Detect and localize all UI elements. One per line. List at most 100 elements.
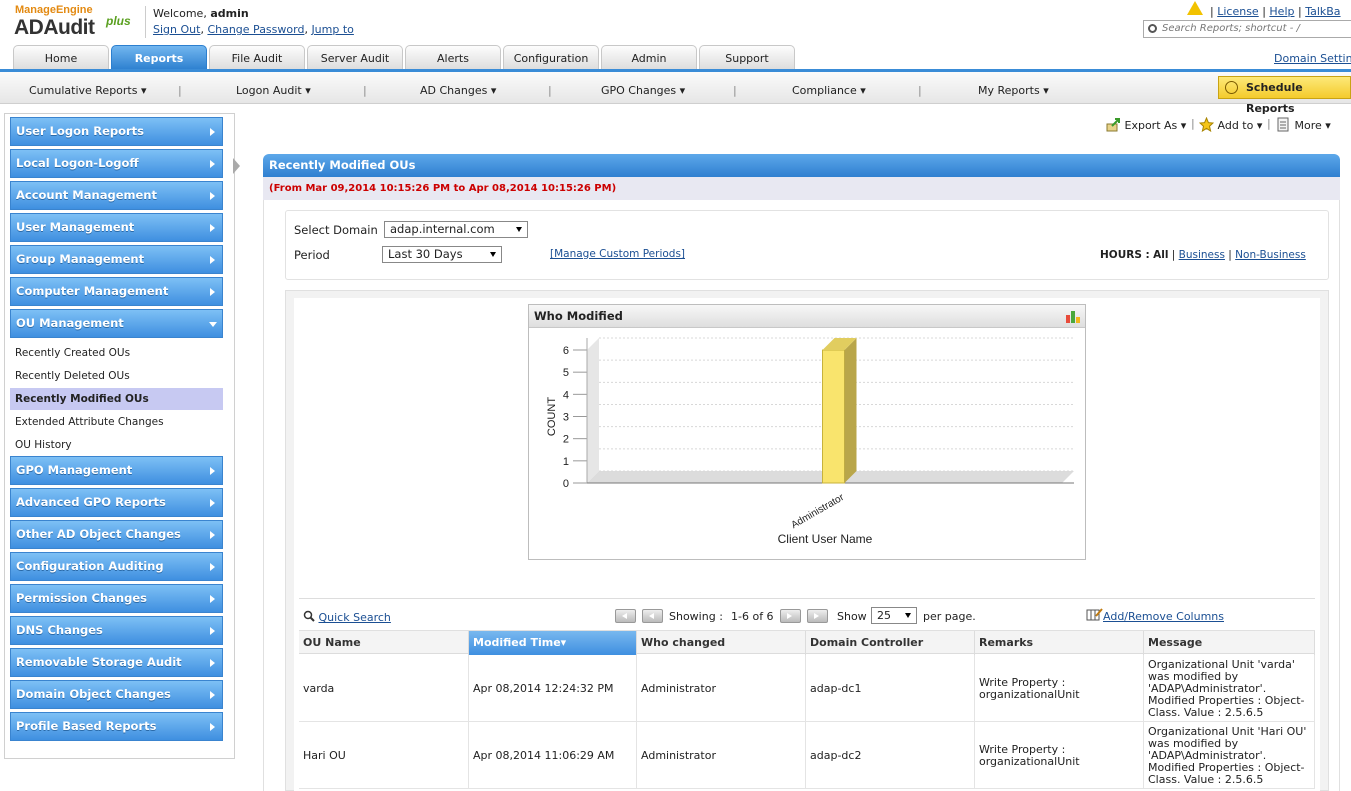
- first-page-button[interactable]: [615, 609, 636, 623]
- nav-logon-audit[interactable]: Logon Audit ▾: [236, 84, 311, 97]
- cell-message: Organizational Unit 'varda' was modified…: [1144, 655, 1315, 722]
- talkback-link[interactable]: TalkBa: [1305, 5, 1340, 18]
- sidebar-item-recently-deleted-ous[interactable]: Recently Deleted OUs: [10, 365, 223, 387]
- chart-plot: 0 1 2 3 4 5 6 AdministratorClient User Name COUN…: [546, 337, 1074, 546]
- sidebar-computer-management[interactable]: Computer Management: [10, 277, 223, 306]
- cell-ou-name: varda: [299, 655, 469, 722]
- sidebar-other-ad-object-changes[interactable]: Other AD Object Changes: [10, 520, 223, 549]
- tab-file-audit[interactable]: File Audit: [209, 45, 305, 70]
- export-icon: [1106, 118, 1120, 132]
- add-to-button[interactable]: Add to ▾: [1198, 116, 1262, 133]
- jump-to-link[interactable]: Jump to: [311, 23, 353, 36]
- sidebar-account-management[interactable]: Account Management: [10, 181, 223, 210]
- hours-business-link[interactable]: Business: [1179, 249, 1225, 261]
- domain-settings-link[interactable]: Domain Settin: [1274, 52, 1351, 65]
- table-header: OU Name Modified Time▾ Who changed Domai…: [299, 630, 1315, 655]
- table-row[interactable]: varda Apr 08,2014 12:24:32 PM Administra…: [299, 655, 1315, 722]
- manage-custom-periods-link[interactable]: [Manage Custom Periods]: [550, 248, 685, 260]
- column-domain-controller[interactable]: Domain Controller: [806, 631, 975, 655]
- nav-separator: |: [918, 84, 922, 97]
- hours-all[interactable]: All: [1153, 249, 1168, 261]
- domain-select[interactable]: adap.internal.com: [384, 221, 528, 238]
- sidebar-ou-management[interactable]: OU Management: [10, 309, 223, 338]
- chart-type-icon[interactable]: [1065, 309, 1081, 323]
- sidebar-user-management[interactable]: User Management: [10, 213, 223, 242]
- top-links: | License | Help | TalkBa: [1210, 5, 1341, 18]
- chevron-right-icon: [210, 627, 215, 635]
- column-who-changed[interactable]: Who changed: [637, 631, 806, 655]
- sidebar-dns-changes[interactable]: DNS Changes: [10, 616, 223, 645]
- column-remarks[interactable]: Remarks: [975, 631, 1144, 655]
- tab-configuration[interactable]: Configuration: [503, 45, 599, 70]
- nav-ad-changes[interactable]: AD Changes ▾: [420, 84, 496, 97]
- license-link[interactable]: License: [1217, 5, 1258, 18]
- sidebar-configuration-auditing[interactable]: Configuration Auditing: [10, 552, 223, 581]
- nav-compliance[interactable]: Compliance ▾: [792, 84, 866, 97]
- sidebar-local-logon-logoff[interactable]: Local Logon-Logoff: [10, 149, 223, 178]
- tab-server-audit[interactable]: Server Audit: [307, 45, 403, 70]
- change-password-link[interactable]: Change Password: [207, 23, 304, 36]
- column-ou-name[interactable]: OU Name: [299, 631, 469, 655]
- help-link[interactable]: Help: [1269, 5, 1294, 18]
- cell-who-changed: Administrator: [637, 655, 806, 722]
- hours-non-business-link[interactable]: Non-Business: [1235, 249, 1306, 261]
- nav-cumulative-reports[interactable]: Cumulative Reports ▾: [29, 84, 147, 97]
- welcome-text: Welcome, admin: [153, 7, 249, 20]
- sidebar-item-recently-modified-ous[interactable]: Recently Modified OUs: [10, 388, 223, 410]
- next-page-button[interactable]: [780, 609, 801, 623]
- sidebar-permission-changes[interactable]: Permission Changes: [10, 584, 223, 613]
- vendor-logo[interactable]: ManageEngine: [15, 4, 93, 16]
- chevron-right-icon: [210, 563, 215, 571]
- action-separator: |: [1191, 117, 1195, 130]
- search-placeholder: Search Reports; shortcut - /: [1162, 23, 1300, 34]
- last-page-button[interactable]: [807, 609, 828, 623]
- tab-home[interactable]: Home: [13, 45, 109, 70]
- prev-page-button[interactable]: [642, 609, 663, 623]
- sidebar-gpo-management[interactable]: GPO Management: [10, 456, 223, 485]
- collapse-sidebar-handle[interactable]: [233, 158, 240, 174]
- sidebar-advanced-gpo-reports[interactable]: Advanced GPO Reports: [10, 488, 223, 517]
- column-modified-time[interactable]: Modified Time▾: [469, 631, 637, 655]
- cell-message: Organizational Unit 'Hari OU' was modifi…: [1144, 722, 1315, 789]
- chevron-right-icon: [210, 224, 215, 232]
- dropdown-arrow-icon: [516, 227, 522, 232]
- product-logo[interactable]: ADAudit: [14, 16, 95, 40]
- sidebar-profile-based-reports[interactable]: Profile Based Reports: [10, 712, 223, 741]
- nav-separator: |: [363, 84, 367, 97]
- last-page-icon: [814, 613, 819, 619]
- add-remove-columns-link[interactable]: Add/Remove Columns: [1086, 608, 1224, 623]
- sidebar-group-management[interactable]: Group Management: [10, 245, 223, 274]
- report-title: Recently Modified OUs: [263, 154, 1340, 177]
- nav-my-reports[interactable]: My Reports ▾: [978, 84, 1049, 97]
- account-links: Sign Out, Change Password, Jump to: [153, 23, 354, 36]
- quick-search-link[interactable]: Quick Search: [303, 610, 391, 624]
- dropdown-arrow-icon: [905, 613, 911, 618]
- sidebar-user-logon-reports[interactable]: User Logon Reports: [10, 117, 223, 146]
- tab-alerts[interactable]: Alerts: [405, 45, 501, 70]
- nav-gpo-changes[interactable]: GPO Changes ▾: [601, 84, 685, 97]
- more-button[interactable]: More ▾: [1276, 117, 1331, 132]
- sidebar-item-recently-created-ous[interactable]: Recently Created OUs: [10, 342, 223, 364]
- cell-modified-time: Apr 08,2014 12:24:32 PM: [469, 655, 637, 722]
- y-tick-label: 0: [563, 478, 569, 490]
- sidebar-item-extended-attribute-changes[interactable]: Extended Attribute Changes: [10, 411, 223, 433]
- search-input[interactable]: Search Reports; shortcut - /: [1143, 20, 1351, 38]
- x-axis-label: Client User Name: [778, 532, 873, 546]
- action-separator: |: [1267, 117, 1271, 130]
- nav-separator: |: [178, 84, 182, 97]
- page-size-select[interactable]: 25: [871, 607, 917, 624]
- table-row[interactable]: Hari OU Apr 08,2014 11:06:29 AM Administ…: [299, 722, 1315, 789]
- sidebar-domain-object-changes[interactable]: Domain Object Changes: [10, 680, 223, 709]
- sign-out-link[interactable]: Sign Out: [153, 23, 200, 36]
- export-as-button[interactable]: Export As ▾: [1106, 117, 1186, 132]
- tab-support[interactable]: Support: [699, 45, 795, 70]
- tab-reports[interactable]: Reports: [111, 45, 207, 70]
- hours-filter: HOURS : All | Business | Non-Business: [1100, 249, 1306, 261]
- column-message[interactable]: Message: [1144, 631, 1315, 655]
- sidebar-item-ou-history[interactable]: OU History: [10, 434, 223, 456]
- period-select[interactable]: Last 30 Days: [382, 246, 502, 263]
- x-category-label: Administrator: [789, 492, 846, 531]
- tab-admin[interactable]: Admin: [601, 45, 697, 70]
- sidebar-removable-storage-audit[interactable]: Removable Storage Audit: [10, 648, 223, 677]
- schedule-reports-button[interactable]: Schedule Reports: [1218, 76, 1351, 115]
